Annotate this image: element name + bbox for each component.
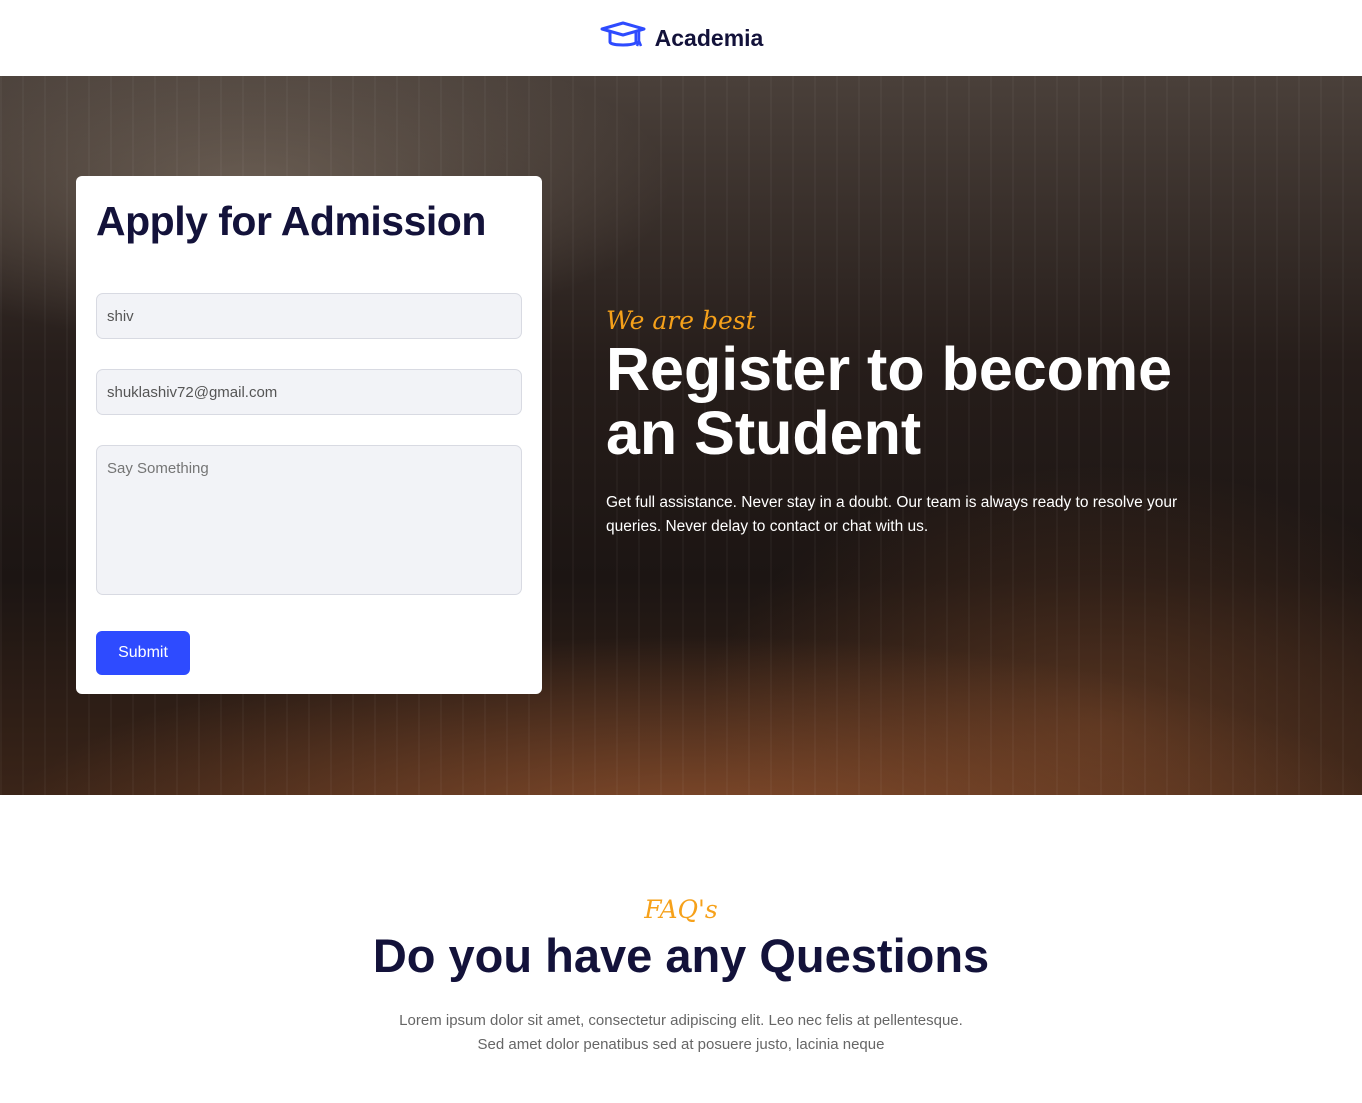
faq-title: Do you have any Questions xyxy=(372,929,990,982)
hero-text: We are best Register to become an Studen… xyxy=(606,306,1196,539)
name-input[interactable] xyxy=(96,293,522,339)
graduation-cap-icon xyxy=(599,21,647,56)
logo-text[interactable]: Academia xyxy=(655,25,764,52)
admission-form: Apply for Admission Submit xyxy=(76,176,542,694)
site-header: Academia xyxy=(0,0,1362,76)
hero-description: Get full assistance. Never stay in a dou… xyxy=(606,494,1178,535)
faq-description-line1: Lorem ipsum dolor sit amet, consectetur … xyxy=(399,1012,963,1029)
faq-section: FAQ's Do you have any Questions Lorem ip… xyxy=(0,795,1362,1057)
form-title: Apply for Admission xyxy=(96,198,486,244)
faq-tagline: FAQ's xyxy=(644,895,718,924)
hero-title: Register to become an Student xyxy=(606,335,1173,467)
hero-tagline: We are best xyxy=(606,306,756,335)
faq-description-line2: Sed amet dolor penatibus sed at posuere … xyxy=(477,1036,885,1053)
email-input[interactable] xyxy=(96,369,522,415)
message-textarea[interactable] xyxy=(96,445,522,595)
hero-section: Apply for Admission Submit We are best R… xyxy=(0,76,1362,795)
submit-button[interactable]: Submit xyxy=(96,631,190,675)
